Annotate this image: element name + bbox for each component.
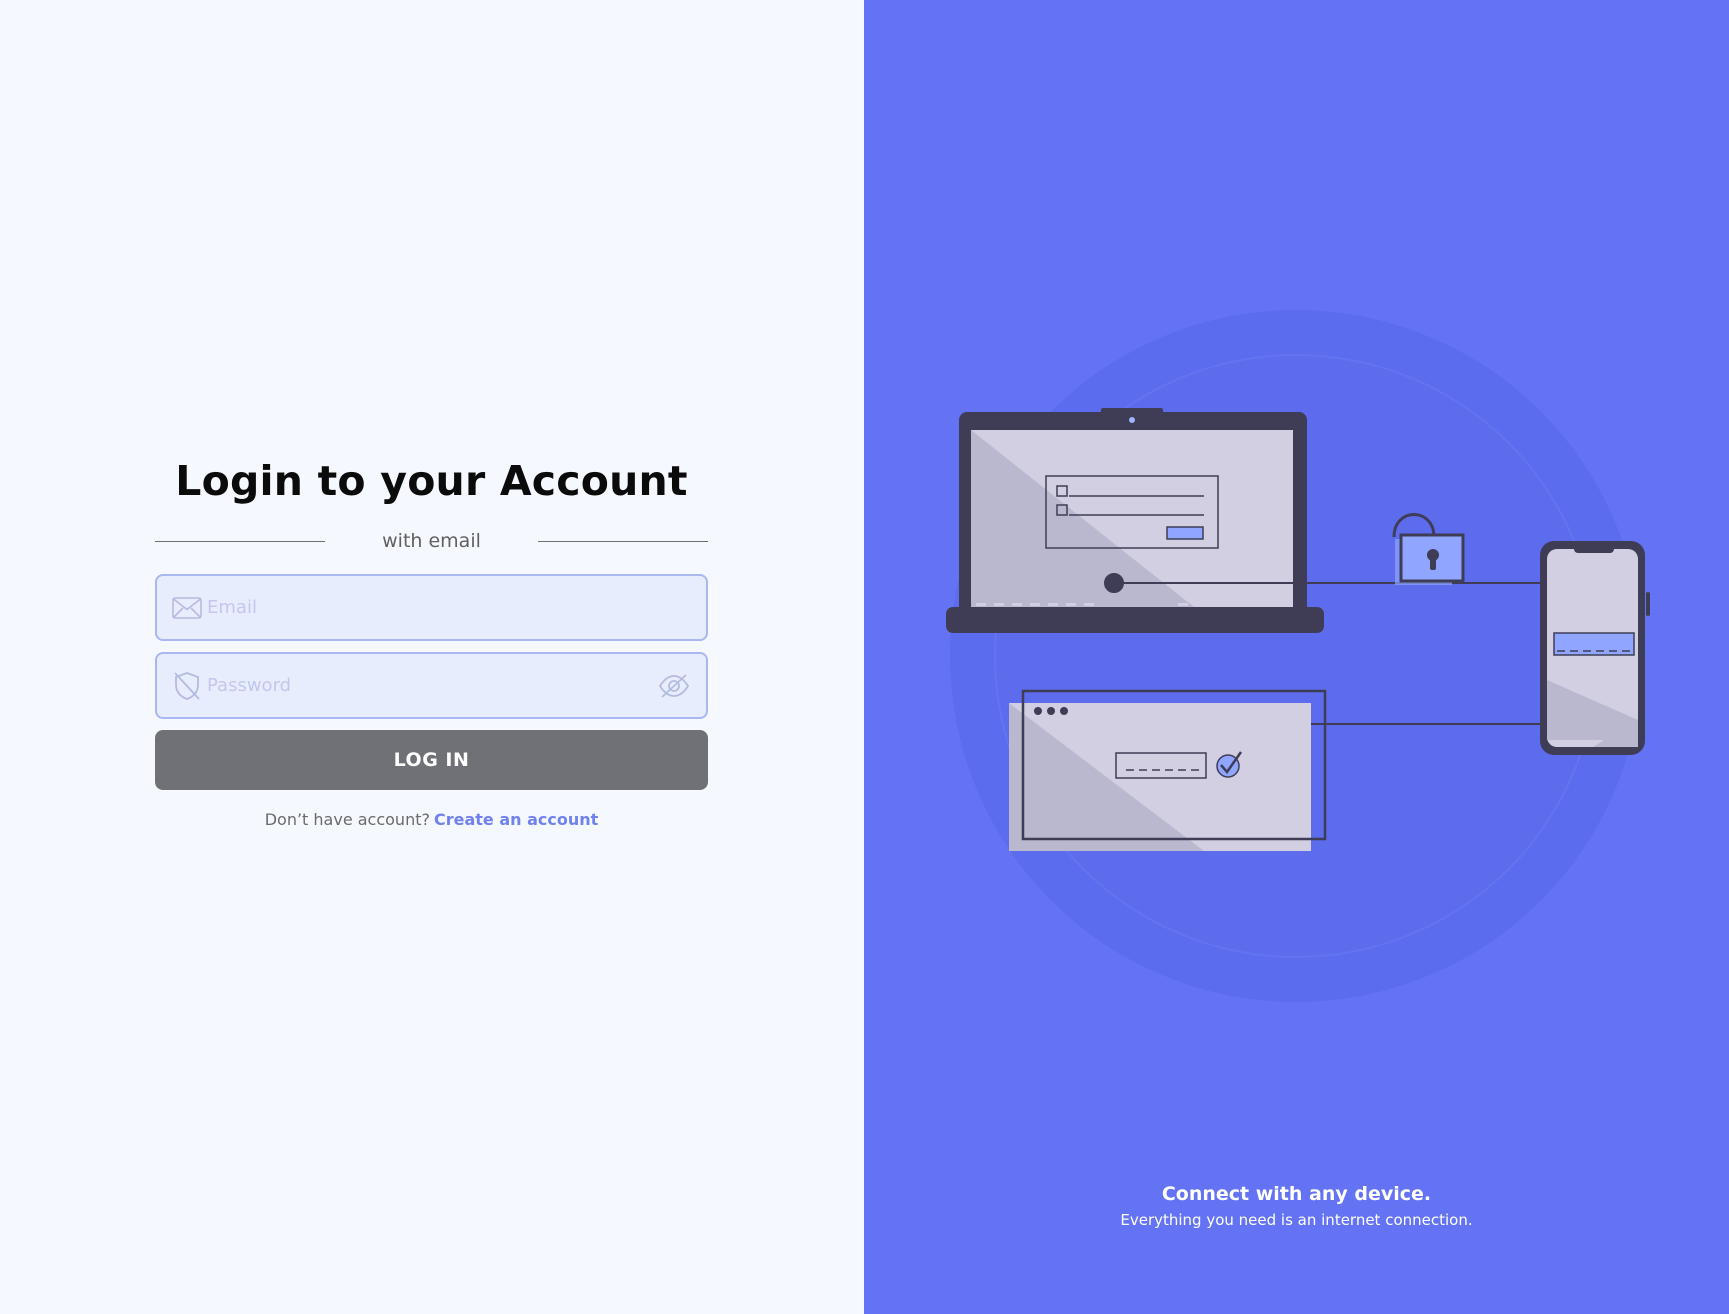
shield-icon <box>171 670 203 702</box>
login-form: Login to your Account with email Email L… <box>155 450 708 829</box>
promo-panel: Connect with any device. Everything you … <box>864 0 1729 1314</box>
promo-headline: Connect with any device. <box>1161 1183 1432 1205</box>
divider-label: with email <box>382 530 481 552</box>
eye-off-icon[interactable] <box>656 670 692 702</box>
login-panel: Login to your Account with email Email L… <box>0 0 864 1314</box>
promo-subline: Everything you need is an internet conne… <box>1120 1211 1473 1229</box>
page-title: Login to your Account <box>175 457 688 505</box>
laptop-illustration <box>946 408 1324 633</box>
email-input[interactable] <box>207 576 692 639</box>
email-field[interactable] <box>155 574 708 641</box>
signup-row: Don’t have account? Create an account <box>155 810 708 829</box>
browser-illustration <box>1009 689 1327 851</box>
create-account-link[interactable]: Create an account <box>434 810 598 829</box>
promo-tagline: Connect with any device. Everything you … <box>864 1183 1729 1229</box>
divider-line-right <box>538 540 708 542</box>
divider-line-left <box>155 540 325 542</box>
signup-prompt: Don’t have account? <box>264 810 430 829</box>
password-input[interactable] <box>207 654 656 717</box>
password-field[interactable] <box>155 652 708 719</box>
phone-illustration <box>1540 541 1650 755</box>
divider: with email <box>155 526 708 556</box>
envelope-icon <box>171 592 203 624</box>
login-button[interactable]: LOG IN <box>155 730 708 790</box>
devices-illustration <box>946 310 1650 1002</box>
